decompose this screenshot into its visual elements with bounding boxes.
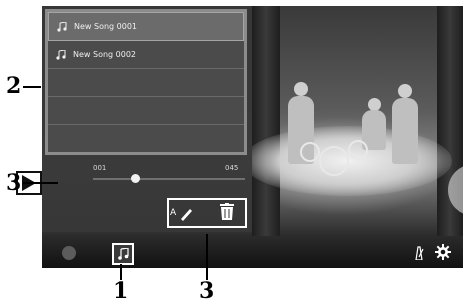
drum-kick — [319, 146, 349, 176]
bottom-bar — [42, 236, 463, 268]
curtain-left — [252, 6, 280, 236]
song-icon — [118, 248, 129, 260]
home-icon[interactable] — [62, 246, 76, 260]
note-icon — [56, 49, 66, 60]
drum-snare — [348, 140, 368, 160]
guitarist-left-head — [294, 82, 308, 96]
callout-edit-leader — [206, 234, 208, 280]
callout-song-leader — [120, 264, 122, 280]
callout-list: 2 — [6, 73, 22, 99]
callout-play: 3 — [6, 170, 22, 196]
position-start: 001 — [93, 164, 107, 172]
note-icon — [57, 21, 67, 32]
drum-tom — [300, 142, 320, 162]
position-track[interactable] — [93, 178, 245, 180]
song-title: New Song 0002 — [73, 50, 137, 59]
song-list-empty-row — [48, 97, 244, 125]
song-list: New Song 0001 New Song 0002 — [45, 9, 247, 155]
song-button[interactable] — [112, 243, 134, 265]
callout-play-leader — [23, 182, 58, 184]
song-list-empty-row — [48, 125, 244, 152]
guitarist-right-head — [398, 84, 412, 98]
rename-icon[interactable]: A — [170, 205, 194, 221]
song-list-empty-row — [48, 69, 244, 97]
gear-icon[interactable] — [435, 244, 451, 260]
position-end: 045 — [225, 164, 239, 172]
trash-icon[interactable] — [220, 203, 234, 220]
callout-list-leader — [23, 86, 41, 88]
song-title: New Song 0001 — [74, 22, 138, 31]
callout-edit: 3 — [199, 278, 215, 304]
song-list-item[interactable]: New Song 0002 — [48, 41, 244, 69]
app-screen: New Song 0001 New Song 0002 — [42, 6, 463, 268]
svg-text:A: A — [170, 208, 177, 218]
position-slider-thumb[interactable] — [131, 174, 140, 183]
callout-song-button: 1 — [113, 278, 129, 304]
guitarist-right — [392, 98, 418, 164]
metronome-icon[interactable] — [413, 246, 425, 260]
song-list-item[interactable]: New Song 0001 — [48, 12, 244, 41]
